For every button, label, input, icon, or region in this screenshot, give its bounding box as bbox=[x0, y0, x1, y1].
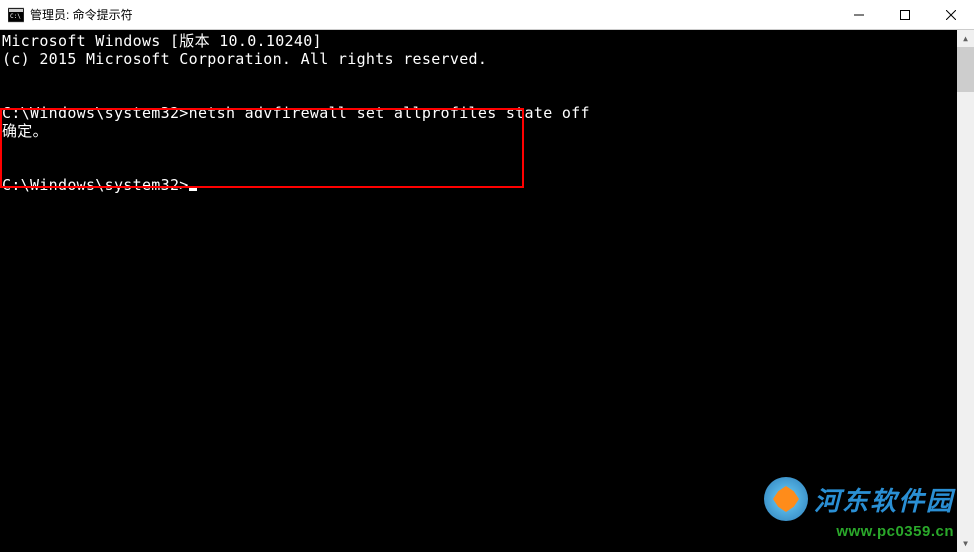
scrollbar-thumb[interactable] bbox=[957, 47, 974, 92]
command-1: netsh advfirewall set allprofiles state … bbox=[189, 104, 590, 122]
watermark: 河东软件园 www.pc0359.cn bbox=[764, 477, 954, 540]
window-controls bbox=[836, 0, 974, 29]
scroll-up-arrow[interactable]: ▲ bbox=[957, 30, 974, 47]
terminal-output[interactable]: Microsoft Windows [版本 10.0.10240] (c) 20… bbox=[0, 30, 974, 552]
prompt-1: C:\Windows\system32> bbox=[2, 104, 189, 122]
result-line: 确定。 bbox=[2, 122, 974, 140]
command-line-2: C:\Windows\system32> bbox=[2, 176, 974, 194]
prompt-2: C:\Windows\system32> bbox=[2, 176, 189, 194]
cursor bbox=[189, 188, 197, 191]
maximize-button[interactable] bbox=[882, 0, 928, 29]
svg-text:C:\: C:\ bbox=[10, 13, 21, 20]
watermark-title: 河东软件园 bbox=[814, 481, 954, 518]
titlebar[interactable]: C:\ 管理员: 命令提示符 bbox=[0, 0, 974, 30]
vertical-scrollbar[interactable]: ▲ ▼ bbox=[957, 30, 974, 552]
version-line: Microsoft Windows [版本 10.0.10240] bbox=[2, 32, 974, 50]
watermark-badge-icon bbox=[764, 477, 808, 521]
minimize-button[interactable] bbox=[836, 0, 882, 29]
copyright-line: (c) 2015 Microsoft Corporation. All righ… bbox=[2, 50, 974, 68]
window-title: 管理员: 命令提示符 bbox=[30, 6, 836, 23]
close-button[interactable] bbox=[928, 0, 974, 29]
scroll-down-arrow[interactable]: ▼ bbox=[957, 535, 974, 552]
watermark-url: www.pc0359.cn bbox=[764, 523, 954, 540]
command-line-1: C:\Windows\system32>netsh advfirewall se… bbox=[2, 104, 974, 122]
cmd-icon: C:\ bbox=[8, 7, 24, 23]
